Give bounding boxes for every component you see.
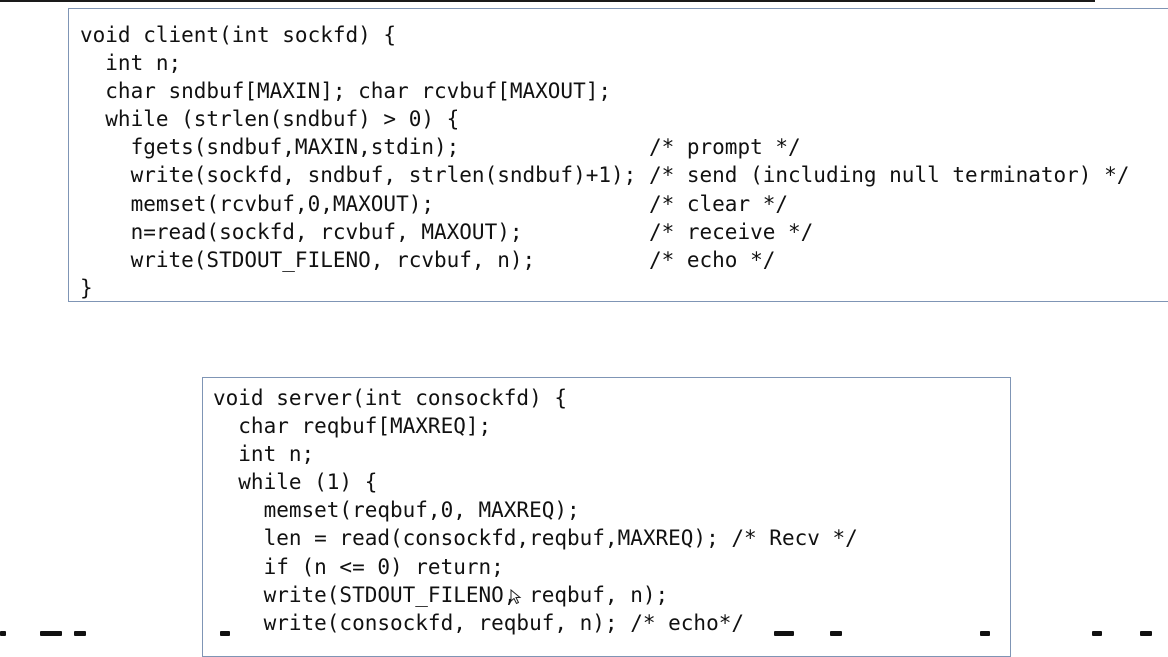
code-line: memset(rcvbuf,0,MAXOUT); /* clear */ [80, 191, 789, 216]
client-code-box: void client(int sockfd) { int n; char sn… [68, 8, 1168, 302]
code-line: fgets(sndbuf,MAXIN,stdin); /* prompt */ [80, 135, 801, 160]
code-line: while (1) { [213, 470, 378, 495]
code-line: n=read(sockfd, rcvbuf, MAXOUT); /* recei… [80, 219, 814, 244]
code-line: len = read(consockfd,reqbuf,MAXREQ); /* … [213, 526, 858, 551]
code-line: write(STDOUT_FILENO, reqbuf, n); [213, 582, 669, 607]
code-line: write(sockfd, sndbuf, strlen(sndbuf)+1);… [80, 163, 1130, 188]
code-line: while (strlen(sndbuf) > 0) { [80, 107, 460, 132]
code-line: } [80, 275, 93, 300]
code-line: if (n <= 0) return; [213, 554, 504, 579]
mouse-pointer-icon [510, 589, 522, 605]
code-line: void client(int sockfd) { [80, 23, 397, 47]
code-line: char sndbuf[MAXIN]; char rcvbuf[MAXOUT]; [80, 79, 612, 104]
code-line: memset(reqbuf,0, MAXREQ); [213, 498, 580, 523]
cropped-text-fragment [0, 628, 1168, 636]
code-line: int n; [213, 442, 315, 467]
top-divider [0, 0, 1095, 2]
code-line: void server(int consockfd) { [213, 386, 568, 410]
code-line: char reqbuf[MAXREQ]; [213, 414, 492, 439]
server-code-box: void server(int consockfd) { char reqbuf… [202, 377, 1011, 657]
code-line: write(STDOUT_FILENO, rcvbuf, n); /* echo… [80, 247, 776, 272]
code-line: int n; [80, 51, 182, 76]
